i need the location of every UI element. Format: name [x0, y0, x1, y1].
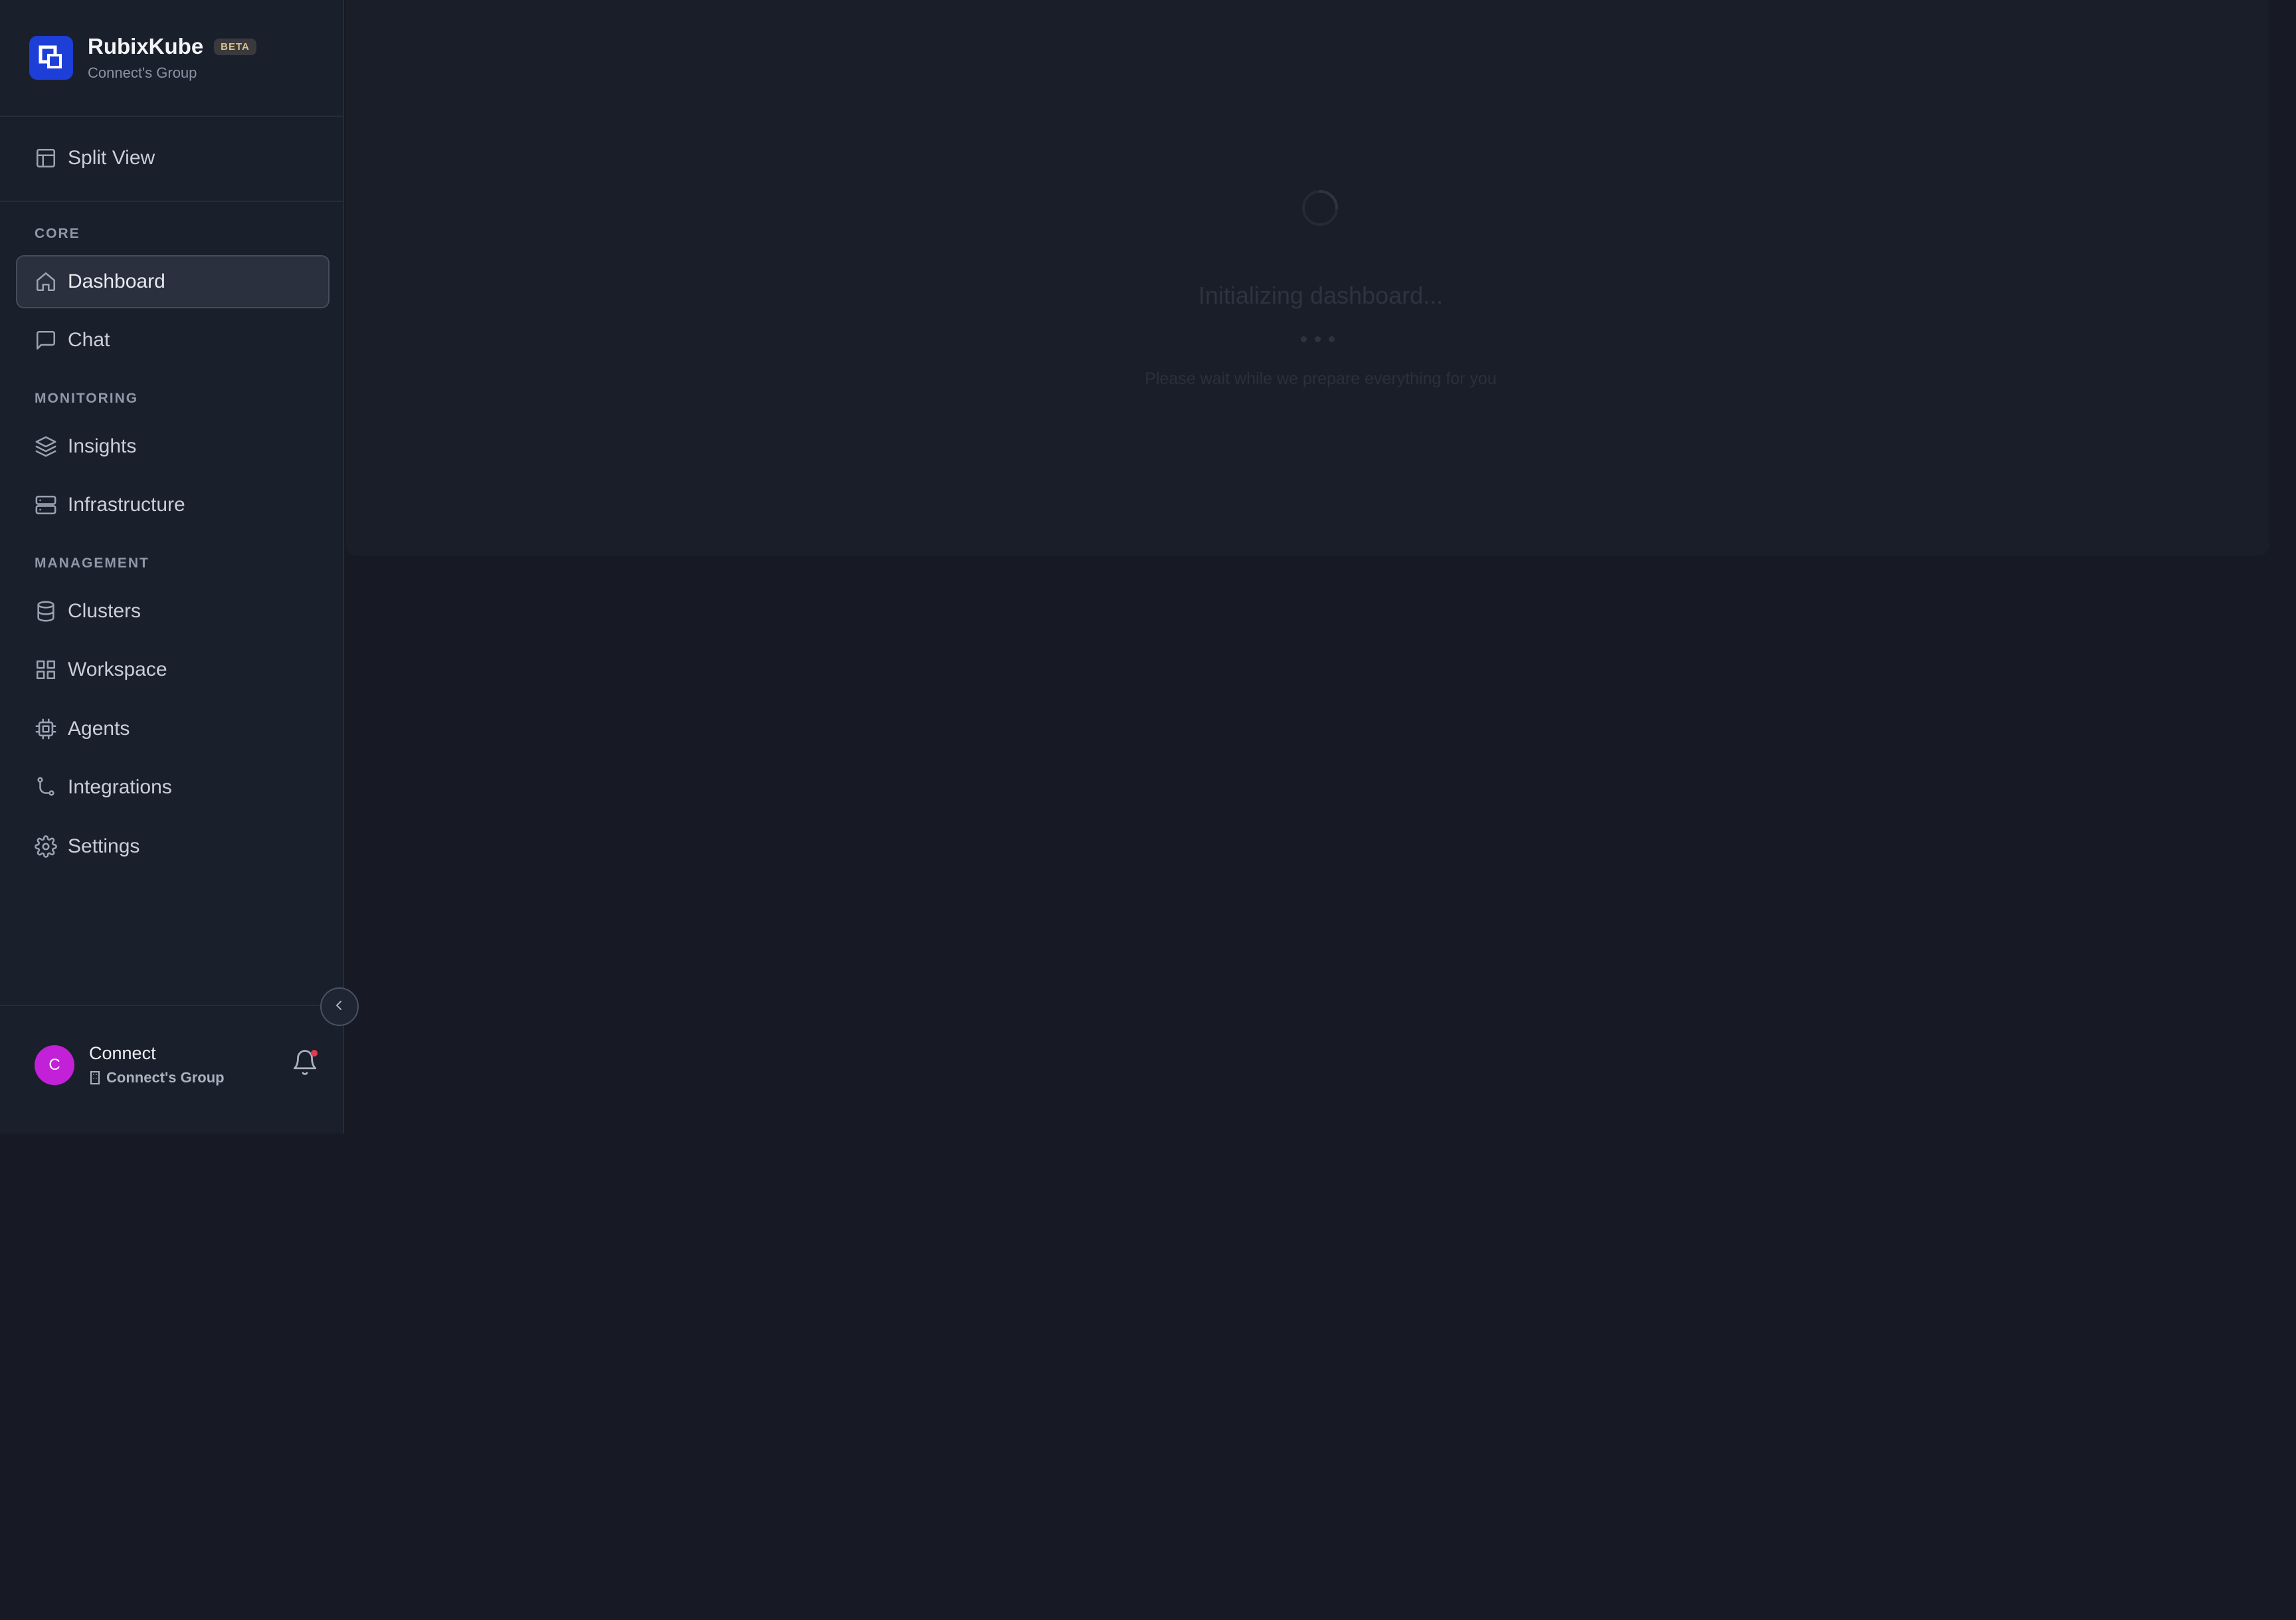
split-view-label: Split View	[68, 147, 155, 169]
user-group: Connect's Group	[106, 1069, 225, 1086]
beta-badge: BETA	[214, 38, 256, 55]
sidebar-item-chat[interactable]: Chat	[16, 314, 330, 367]
loading-dot	[1329, 336, 1335, 342]
sidebar-item-label: Dashboard	[68, 270, 165, 292]
sidebar-item-infrastructure[interactable]: Infrastructure	[16, 478, 330, 532]
sidebar-item-label: Insights	[68, 435, 137, 457]
notification-badge	[311, 1050, 318, 1057]
message-square-icon	[35, 329, 57, 352]
divider	[0, 1005, 343, 1006]
user-name: Connect	[89, 1043, 156, 1063]
bell-icon	[291, 1050, 319, 1079]
split-view-button[interactable]: Split View	[16, 132, 330, 185]
sidebar-item-insights[interactable]: Insights	[16, 420, 330, 473]
loading-subtitle: Please wait while we prepare everything …	[1145, 369, 1497, 388]
server-icon	[35, 494, 57, 516]
building-icon	[89, 1071, 101, 1084]
grid-icon	[35, 658, 57, 681]
sidebar-item-clusters[interactable]: Clusters	[16, 585, 330, 638]
sidebar-item-label: Clusters	[68, 600, 142, 622]
database-icon	[35, 600, 57, 623]
loading-dot	[1315, 336, 1321, 342]
sidebar-item-dashboard[interactable]: Dashboard	[16, 255, 330, 308]
sidebar-item-label: Agents	[68, 718, 130, 740]
cpu-icon	[35, 718, 57, 740]
rubixkube-logo-icon	[29, 36, 73, 80]
sidebar-item-label: Chat	[68, 329, 110, 351]
divider	[0, 201, 343, 202]
sidebar-item-agents[interactable]: Agents	[16, 702, 330, 756]
main-content	[345, 0, 2269, 556]
user-profile[interactable]: C Connect Connect's Group	[35, 1043, 225, 1086]
chevron-left-icon	[332, 997, 347, 1017]
sidebar-item-workspace[interactable]: Workspace	[16, 643, 330, 696]
brand-subtitle: Connect's Group	[88, 64, 197, 81]
git-branch-icon	[35, 776, 57, 799]
section-label-management: MANAGEMENT	[35, 556, 149, 571]
loading-dot	[1301, 336, 1307, 342]
sidebar-item-label: Integrations	[68, 776, 172, 798]
divider	[0, 116, 343, 117]
gear-icon	[35, 835, 57, 858]
layers-icon	[35, 435, 57, 458]
layout-icon	[35, 147, 57, 169]
notifications-button[interactable]	[291, 1049, 319, 1076]
brand-name: RubixKube	[88, 34, 204, 58]
sidebar-item-label: Settings	[68, 835, 140, 857]
section-label-monitoring: MONITORING	[35, 391, 139, 406]
sidebar-item-label: Infrastructure	[68, 494, 185, 516]
loading-dots	[1301, 336, 1335, 342]
brand[interactable]: RubixKube BETA Connect's Group	[29, 34, 256, 81]
section-label-core: CORE	[35, 226, 80, 241]
sidebar: RubixKube BETA Connect's Group Split Vie…	[0, 0, 344, 1134]
avatar: C	[35, 1045, 74, 1085]
loading-title: Initializing dashboard...	[1198, 282, 1444, 309]
sidebar-item-label: Workspace	[68, 658, 167, 680]
sidebar-item-integrations[interactable]: Integrations	[16, 761, 330, 814]
sidebar-item-settings[interactable]: Settings	[16, 820, 330, 873]
home-icon	[35, 270, 57, 293]
loading-spinner	[1301, 189, 1339, 227]
collapse-sidebar-button[interactable]	[320, 987, 359, 1026]
